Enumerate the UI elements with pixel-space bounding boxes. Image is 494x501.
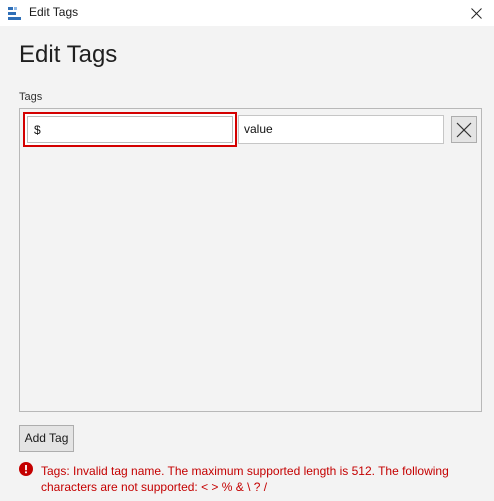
error-circle-icon [19, 462, 33, 476]
add-tag-button[interactable]: Add Tag [19, 425, 74, 452]
window-title: Edit Tags [29, 5, 79, 19]
close-icon [470, 7, 482, 19]
title-bar: Edit Tags [0, 0, 494, 26]
edit-tags-window: Edit Tags Edit Tags Tags $ value Add Tag [0, 0, 494, 501]
error-message: Tags: Invalid tag name. The maximum supp… [41, 464, 449, 494]
tag-value-input[interactable]: value [238, 115, 444, 144]
tag-name-input-invalid-border: $ [23, 112, 237, 147]
app-icon [8, 6, 22, 20]
tags-list-panel: $ value [19, 108, 482, 412]
x-icon [456, 122, 472, 137]
window-close-button[interactable] [458, 0, 494, 26]
remove-tag-button[interactable] [451, 116, 477, 143]
tags-label: Tags [19, 91, 43, 103]
tag-name-input[interactable]: $ [27, 116, 233, 143]
page-title: Edit Tags [19, 41, 118, 68]
